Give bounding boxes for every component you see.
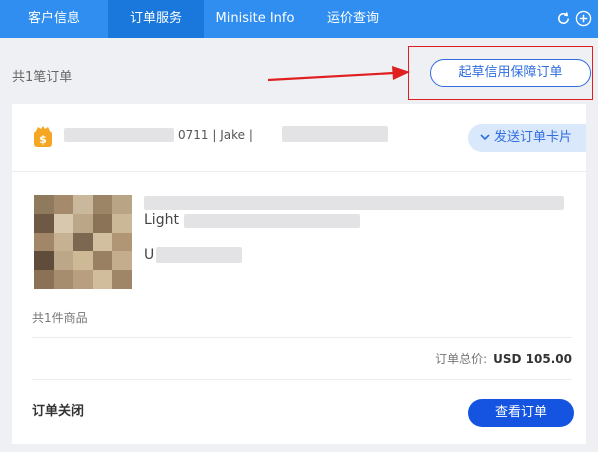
top-tab-bar: 客户信息 订单服务 Minisite Info 运价查询 (0, 0, 598, 38)
tab-order-service[interactable]: 订单服务 (108, 0, 204, 38)
chevron-down-icon (480, 124, 490, 152)
order-total: 订单总价: USD 105.00 (435, 350, 572, 367)
blurred-product-sub (156, 247, 242, 263)
shop-row: $ 0711 | Jake | 发送订单卡片 (12, 104, 586, 172)
send-order-card-button[interactable]: 发送订单卡片 (468, 124, 586, 152)
view-order-button[interactable]: 查看订单 (468, 399, 574, 427)
blurred-product-title (144, 196, 564, 210)
divider (32, 379, 572, 380)
tab-actions (555, 10, 592, 28)
order-status: 订单关闭 (32, 404, 85, 419)
order-card: $ 0711 | Jake | 发送订单卡片 Light U 共1件商品 订单总… (12, 104, 586, 444)
send-order-card-label: 发送订单卡片 (494, 130, 573, 145)
product-title[interactable]: Light (144, 212, 179, 228)
tab-customer-info[interactable]: 客户信息 (0, 0, 108, 38)
plus-circle-icon[interactable] (575, 10, 592, 27)
order-count-text: 共1笔订单 (12, 70, 73, 85)
draft-credit-order-button[interactable]: 起草信用保障订单 (430, 59, 591, 87)
tab-minisite-info[interactable]: Minisite Info (204, 0, 306, 38)
red-arrow-annotation (267, 66, 410, 82)
blurred-shop-name (64, 128, 174, 142)
divider (32, 337, 572, 338)
blurred-product-title-line2 (184, 214, 360, 228)
product-image[interactable] (34, 195, 132, 289)
blurred-shop-tail (282, 126, 388, 142)
order-total-label: 订单总价: (435, 352, 488, 366)
coin-bag-icon: $ (34, 126, 52, 147)
tab-freight-query[interactable]: 运价查询 (306, 0, 400, 38)
product-sub: U (144, 247, 155, 263)
refresh-icon[interactable] (555, 10, 572, 27)
order-total-amount: USD 105.00 (493, 352, 572, 366)
svg-text:$: $ (39, 133, 47, 146)
items-count: 共1件商品 (32, 311, 88, 325)
